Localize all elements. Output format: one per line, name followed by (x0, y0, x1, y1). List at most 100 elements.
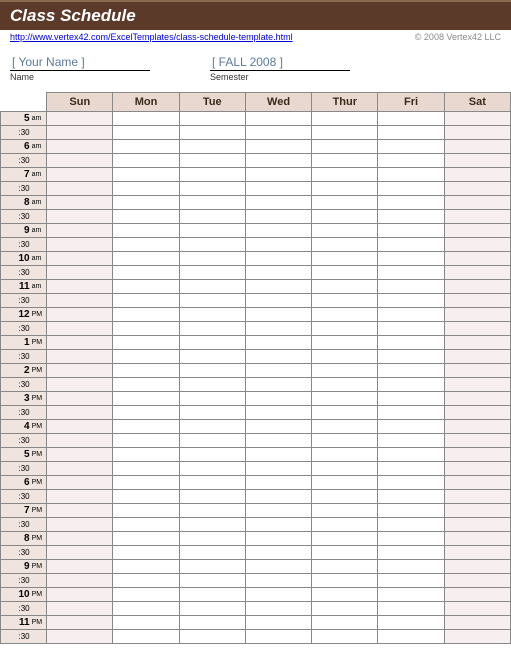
cell[interactable] (113, 490, 179, 504)
cell[interactable] (179, 518, 245, 532)
cell[interactable] (444, 322, 510, 336)
cell[interactable] (245, 154, 311, 168)
cell[interactable] (47, 462, 113, 476)
cell[interactable] (378, 168, 444, 182)
cell[interactable] (444, 616, 510, 630)
cell[interactable] (113, 210, 179, 224)
cell[interactable] (444, 448, 510, 462)
cell[interactable] (444, 196, 510, 210)
cell[interactable] (312, 448, 378, 462)
cell[interactable] (312, 434, 378, 448)
cell[interactable] (179, 336, 245, 350)
cell[interactable] (245, 532, 311, 546)
cell[interactable] (312, 308, 378, 322)
cell[interactable] (378, 546, 444, 560)
cell[interactable] (444, 588, 510, 602)
cell[interactable] (47, 182, 113, 196)
cell[interactable] (245, 126, 311, 140)
cell[interactable] (113, 168, 179, 182)
cell[interactable] (444, 546, 510, 560)
cell[interactable] (378, 602, 444, 616)
cell[interactable] (378, 630, 444, 644)
cell[interactable] (113, 462, 179, 476)
cell[interactable] (113, 140, 179, 154)
cell[interactable] (378, 448, 444, 462)
cell[interactable] (444, 490, 510, 504)
cell[interactable] (47, 630, 113, 644)
cell[interactable] (444, 350, 510, 364)
cell[interactable] (245, 490, 311, 504)
cell[interactable] (113, 434, 179, 448)
cell[interactable] (312, 616, 378, 630)
cell[interactable] (378, 196, 444, 210)
cell[interactable] (47, 392, 113, 406)
cell[interactable] (312, 462, 378, 476)
cell[interactable] (179, 574, 245, 588)
cell[interactable] (312, 392, 378, 406)
cell[interactable] (179, 308, 245, 322)
cell[interactable] (47, 532, 113, 546)
cell[interactable] (47, 336, 113, 350)
cell[interactable] (444, 210, 510, 224)
cell[interactable] (179, 490, 245, 504)
cell[interactable] (378, 280, 444, 294)
cell[interactable] (47, 322, 113, 336)
cell[interactable] (444, 252, 510, 266)
cell[interactable] (113, 378, 179, 392)
cell[interactable] (179, 616, 245, 630)
cell[interactable] (312, 224, 378, 238)
cell[interactable] (179, 588, 245, 602)
cell[interactable] (312, 364, 378, 378)
cell[interactable] (245, 462, 311, 476)
cell[interactable] (179, 168, 245, 182)
cell[interactable] (444, 420, 510, 434)
cell[interactable] (179, 602, 245, 616)
cell[interactable] (312, 196, 378, 210)
cell[interactable] (444, 630, 510, 644)
cell[interactable] (179, 238, 245, 252)
cell[interactable] (47, 560, 113, 574)
cell[interactable] (47, 448, 113, 462)
cell[interactable] (113, 560, 179, 574)
cell[interactable] (179, 252, 245, 266)
cell[interactable] (444, 112, 510, 126)
cell[interactable] (47, 126, 113, 140)
cell[interactable] (113, 126, 179, 140)
cell[interactable] (312, 532, 378, 546)
cell[interactable] (179, 224, 245, 238)
cell[interactable] (245, 308, 311, 322)
cell[interactable] (47, 490, 113, 504)
cell[interactable] (378, 616, 444, 630)
template-link[interactable]: http://www.vertex42.com/ExcelTemplates/c… (10, 32, 293, 42)
cell[interactable] (444, 126, 510, 140)
cell[interactable] (113, 574, 179, 588)
cell[interactable] (113, 112, 179, 126)
cell[interactable] (245, 210, 311, 224)
cell[interactable] (312, 280, 378, 294)
cell[interactable] (113, 364, 179, 378)
cell[interactable] (312, 490, 378, 504)
cell[interactable] (113, 406, 179, 420)
cell[interactable] (312, 238, 378, 252)
cell[interactable] (47, 238, 113, 252)
cell[interactable] (47, 406, 113, 420)
cell[interactable] (47, 280, 113, 294)
cell[interactable] (47, 616, 113, 630)
cell[interactable] (444, 392, 510, 406)
cell[interactable] (245, 574, 311, 588)
cell[interactable] (312, 294, 378, 308)
cell[interactable] (245, 182, 311, 196)
cell[interactable] (312, 322, 378, 336)
cell[interactable] (444, 182, 510, 196)
cell[interactable] (245, 112, 311, 126)
cell[interactable] (245, 252, 311, 266)
cell[interactable] (444, 280, 510, 294)
cell[interactable] (312, 252, 378, 266)
cell[interactable] (444, 238, 510, 252)
cell[interactable] (113, 154, 179, 168)
cell[interactable] (378, 210, 444, 224)
cell[interactable] (444, 308, 510, 322)
cell[interactable] (312, 476, 378, 490)
cell[interactable] (47, 434, 113, 448)
cell[interactable] (378, 140, 444, 154)
